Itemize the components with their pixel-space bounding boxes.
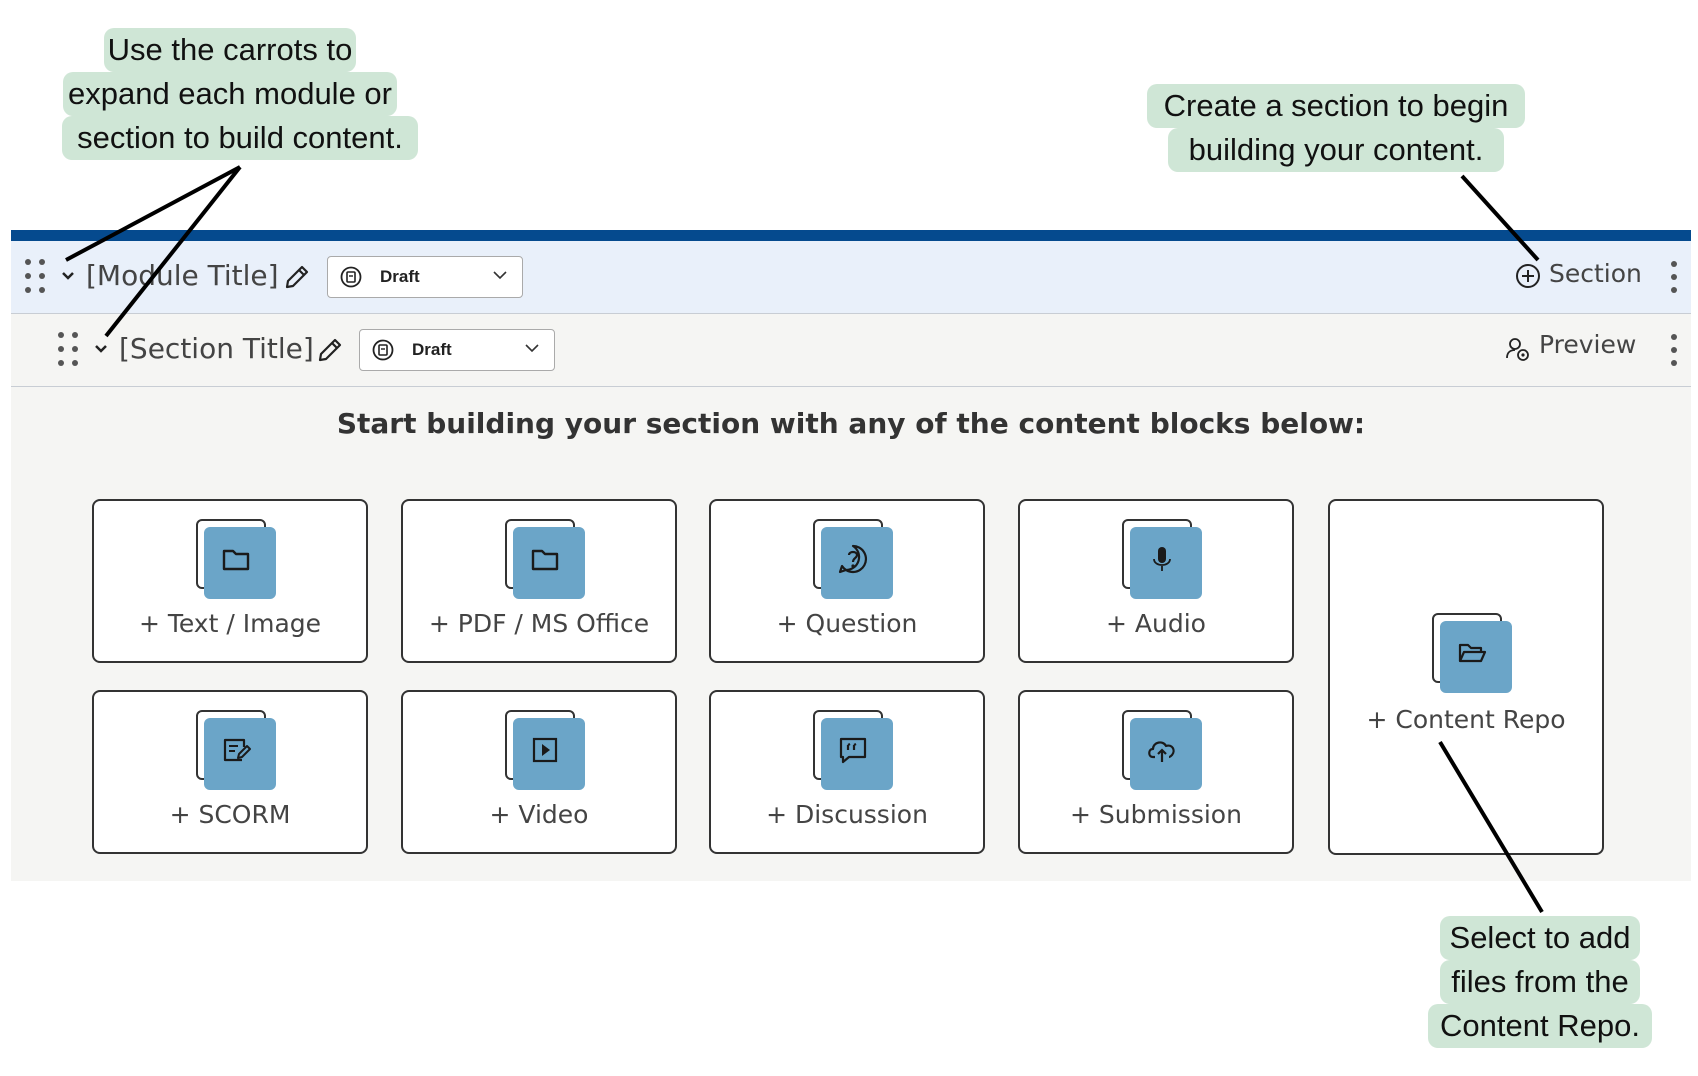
drag-handle-icon[interactable] xyxy=(25,259,47,295)
add-submission-block[interactable]: + Submission xyxy=(1018,690,1294,854)
quote-bubble-icon xyxy=(813,710,893,790)
section-status-select[interactable]: Draft xyxy=(359,329,555,371)
callout-section: Create a section to begin building your … xyxy=(1146,84,1526,172)
block-label: + PDF / MS Office xyxy=(428,609,650,638)
add-section-label: Section xyxy=(1549,259,1642,288)
add-video-block[interactable]: + Video xyxy=(401,690,677,854)
module-header: [Module Title] Draft Section xyxy=(11,241,1691,314)
pencil-icon[interactable] xyxy=(316,336,344,364)
more-options-icon[interactable] xyxy=(1670,334,1678,368)
status-label: Draft xyxy=(380,267,420,286)
more-options-icon[interactable] xyxy=(1670,261,1678,295)
pencil-icon[interactable] xyxy=(283,263,311,291)
add-text-image-block[interactable]: + Text / Image xyxy=(92,499,368,663)
block-label: + Question xyxy=(776,609,918,638)
content-headline: Start building your section with any of … xyxy=(336,407,1366,440)
folder-icon xyxy=(196,519,276,599)
preview-label: Preview xyxy=(1539,330,1637,359)
microphone-icon xyxy=(1122,519,1202,599)
add-discussion-block[interactable]: + Discussion xyxy=(709,690,985,854)
block-label: + Content Repo xyxy=(1366,705,1566,734)
chevron-down-icon[interactable] xyxy=(94,344,108,354)
add-pdf-office-block[interactable]: + PDF / MS Office xyxy=(401,499,677,663)
folder-open-icon xyxy=(1432,613,1512,693)
block-label: + Text / Image xyxy=(138,609,322,638)
block-label: + Audio xyxy=(1106,609,1206,638)
block-label: + Video xyxy=(489,800,589,829)
module-status-select[interactable]: Draft xyxy=(327,256,523,298)
user-preview-icon xyxy=(1506,338,1529,361)
status-label: Draft xyxy=(412,340,452,359)
section-title[interactable]: [Section Title] xyxy=(119,332,314,365)
chevron-down-icon[interactable] xyxy=(61,271,75,281)
folder-icon xyxy=(505,519,585,599)
question-icon xyxy=(813,519,893,599)
cloud-upload-icon xyxy=(1122,710,1202,790)
block-label: + Discussion xyxy=(766,800,928,829)
block-label: + Submission xyxy=(1070,800,1242,829)
chevron-down-icon xyxy=(525,344,539,353)
edit-icon xyxy=(196,710,276,790)
module-title[interactable]: [Module Title] xyxy=(86,259,279,292)
callout-content-repo: Select to add files from the Content Rep… xyxy=(1428,916,1652,1048)
add-content-repo-block[interactable]: + Content Repo xyxy=(1328,499,1604,855)
add-audio-block[interactable]: + Audio xyxy=(1018,499,1294,663)
plus-circle-icon xyxy=(1516,264,1540,288)
status-icon xyxy=(372,339,394,361)
block-label: + SCORM xyxy=(169,800,291,829)
play-icon xyxy=(505,710,585,790)
status-icon xyxy=(340,266,362,288)
add-question-block[interactable]: + Question xyxy=(709,499,985,663)
callout-carrots: Use the carrots to expand each module or… xyxy=(62,28,418,160)
content-blocks-panel: Start building your section with any of … xyxy=(11,387,1691,881)
section-header: [Section Title] Draft Preview xyxy=(11,314,1691,387)
chevron-down-icon xyxy=(493,271,507,280)
module-accent-bar xyxy=(11,230,1691,241)
add-scorm-block[interactable]: + SCORM xyxy=(92,690,368,854)
drag-handle-icon[interactable] xyxy=(58,332,80,368)
